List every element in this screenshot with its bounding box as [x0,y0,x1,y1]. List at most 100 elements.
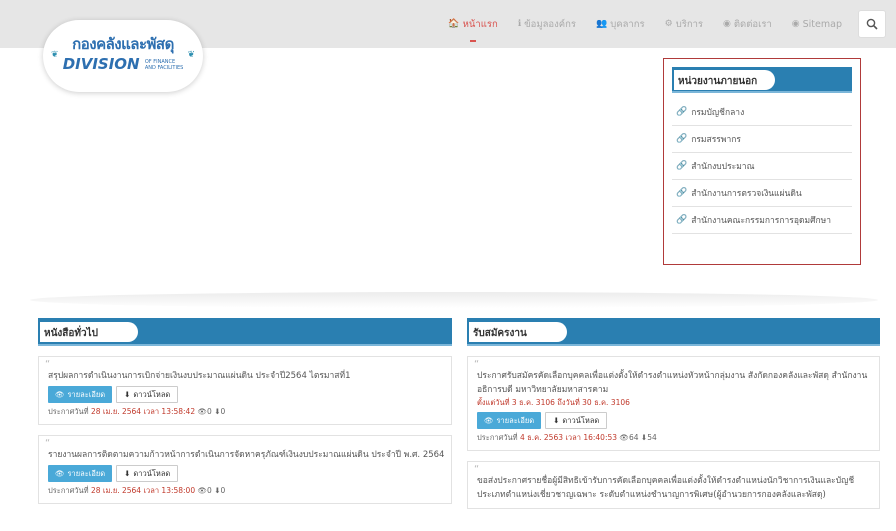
logo-ornament-right-icon: ❦ [187,50,195,60]
section-divider [30,292,878,308]
nav-personnel[interactable]: 👥 บุคลากร [586,0,655,48]
home-icon: 🏠 [448,19,460,29]
eye-icon: 👁 [55,390,65,399]
download-icon: ⬇ [553,416,560,425]
nav-home[interactable]: 🏠 หน้าแรก [438,0,507,48]
job-openings-header: รับสมัครงาน [467,318,880,346]
job-card: “ ประกาศรับสมัครคัดเลือกบุคคลเพื่อแต่งตั… [467,356,880,451]
download-icon: ⬇ [124,469,131,478]
nav-home-label: หน้าแรก [462,18,498,30]
eye-icon: 👁 [619,433,629,442]
detail-button-label: รายละเอียด [67,389,106,399]
eye-icon: 👁 [197,407,208,416]
general-documents-header: หนังสือทั่วไป [38,318,452,346]
external-link-item[interactable]: 🔗 สำนักงบประมาณ [672,153,852,180]
logo-subtitle-2: AND FACILITIES [144,64,184,71]
info-icon: ℹ [517,19,522,29]
link-icon: 🔗 [676,134,688,144]
external-link-label: สำนักงานคณะกรรมการการอุดมศึกษา [691,216,832,226]
external-agencies-header: หน่วยงานภายนอก [672,67,852,93]
detail-button-label: รายละเอียด [67,468,106,478]
document-meta: ประกาศวันที่ 28 เม.ย. 2564 เวลา 13:58:00… [45,485,445,497]
external-agencies-list: 🔗 กรมบัญชีกลาง 🔗 กรมสรรพากร 🔗 สำนักงบประ… [672,99,852,234]
nav-sitemap[interactable]: ◉ Sitemap [782,0,852,48]
search-icon [866,18,878,30]
eye-icon: 👁 [55,469,65,478]
users-icon: 👥 [595,19,608,29]
external-link-item[interactable]: 🔗 สำนักงานคณะกรรมการการอุดมศึกษา [672,207,852,234]
general-documents-title: หนังสือทั่วไป [40,322,139,342]
job-openings-title: รับสมัครงาน [469,322,567,342]
download-icon: ⬇ [124,390,131,399]
detail-button[interactable]: 👁 รายละเอียด [477,412,542,429]
main-nav: 🏠 หน้าแรก ℹ ข้อมูลองค์กร 👥 บุคลากร ⚙ บริ… [438,0,896,48]
link-icon: 🔗 [676,161,688,171]
external-agencies-box: หน่วยงานภายนอก 🔗 กรมบัญชีกลาง 🔗 กรมสรรพา… [663,58,861,265]
external-agencies-title: หน่วยงานภายนอก [674,70,776,90]
document-card: “ รายงานผลการติดตามความก้าวหน้าการดำเนิน… [38,435,452,504]
detail-button[interactable]: 👁 รายละเอียด [48,465,113,482]
download-count: 0 [220,407,226,416]
job-period: ตั้งแต่วันที่ 3 ธ.ค. 3106 ถึงวันที่ 30 ธ… [477,398,630,407]
nav-services-label: บริการ [675,18,704,30]
nav-sitemap-label: Sitemap [802,18,842,30]
link-icon: 🔗 [676,107,688,117]
search-button[interactable] [858,10,886,38]
nav-contact[interactable]: ◉ ติดต่อเรา [713,0,782,48]
meta-prefix: ประกาศวันที่ [48,486,91,495]
quote-icon: “ [474,359,480,370]
download-button-label: ดาวน์โหลด [133,468,171,478]
download-button[interactable]: ⬇ ดาวน์โหลด [545,412,608,429]
globe-icon: ◉ [723,19,731,29]
eye-icon: 👁 [484,416,494,425]
site-logo[interactable]: ❦ กองคลังและพัสดุ DIVISION OF FINANCE AND… [43,20,203,92]
detail-button[interactable]: 👁 รายละเอียด [48,386,113,403]
external-link-item[interactable]: 🔗 กรมบัญชีกลาง [672,99,852,126]
quote-icon: “ [474,464,480,475]
services-icon: ⚙ [664,19,673,29]
logo-thai-text: กองคลังและพัสดุ [72,35,174,53]
link-icon: 🔗 [676,188,688,198]
external-link-label: สำนักงบประมาณ [691,162,755,172]
logo-subtitle: OF FINANCE AND FACILITIES [145,59,183,71]
publish-date: 4 ธ.ค. 2563 เวลา 16:40:53 [520,433,618,442]
download-button-label: ดาวน์โหลด [133,389,171,399]
view-count: 0 [207,407,212,416]
download-button[interactable]: ⬇ ดาวน์โหลด [116,386,179,403]
link-icon: 🔗 [676,215,688,225]
job-openings-section: รับสมัครงาน “ ประกาศรับสมัครคัดเลือกบุคค… [467,318,880,531]
external-link-label: กรมสรรพากร [691,135,741,145]
nav-contact-label: ติดต่อเรา [733,18,772,30]
logo-english-text: DIVISION OF FINANCE AND FACILITIES [43,56,203,72]
download-count: 54 [647,433,657,442]
nav-services[interactable]: ⚙ บริการ [655,0,713,48]
download-count: 0 [220,486,226,495]
document-card: “ สรุปผลการดำเนินงานการเบิกจ่ายเงินงบประ… [38,356,452,425]
logo-division: DIVISION [62,55,140,73]
publish-date: 28 เม.ย. 2564 เวลา 13:58:00 [91,486,196,495]
sitemap-icon: ◉ [791,19,800,29]
publish-date: 28 เม.ย. 2564 เวลา 13:58:42 [91,407,196,416]
external-link-label: สำนักงานการตรวจเงินแผ่นดิน [691,189,802,199]
job-meta: ประกาศวันที่ 4 ธ.ค. 2563 เวลา 16:40:53 👁… [474,432,873,444]
nav-personnel-label: บุคลากร [610,18,645,30]
document-title[interactable]: สรุปผลการดำเนินงานการเบิกจ่ายเงินงบประมา… [45,369,445,383]
external-link-item[interactable]: 🔗 กรมสรรพากร [672,126,852,153]
view-count: 64 [628,433,639,442]
quote-icon: “ [45,359,51,370]
detail-button-label: รายละเอียด [496,415,535,425]
logo-ornament-left-icon: ❦ [51,50,59,60]
external-link-item[interactable]: 🔗 สำนักงานการตรวจเงินแผ่นดิน [672,180,852,207]
job-title[interactable]: ขอส่งประกาศรายชื่อผู้มีสิทธิเข้ารับการคั… [474,474,873,502]
meta-prefix: ประกาศวันที่ [48,407,91,416]
nav-about[interactable]: ℹ ข้อมูลองค์กร [508,0,586,48]
job-card: “ ขอส่งประกาศรายชื่อผู้มีสิทธิเข้ารับการ… [467,461,880,509]
eye-icon: 👁 [197,486,208,495]
external-link-label: กรมบัญชีกลาง [691,108,745,118]
general-documents-section: หนังสือทั่วไป “ สรุปผลการดำเนินงานการเบิ… [38,318,452,531]
document-title[interactable]: รายงานผลการติดตามความก้าวหน้าการดำเนินกา… [45,448,445,462]
download-button[interactable]: ⬇ ดาวน์โหลด [116,465,179,482]
nav-about-label: ข้อมูลองค์กร [524,18,576,30]
job-title[interactable]: ประกาศรับสมัครคัดเลือกบุคคลเพื่อแต่งตั้ง… [474,369,873,397]
quote-icon: “ [45,438,51,449]
